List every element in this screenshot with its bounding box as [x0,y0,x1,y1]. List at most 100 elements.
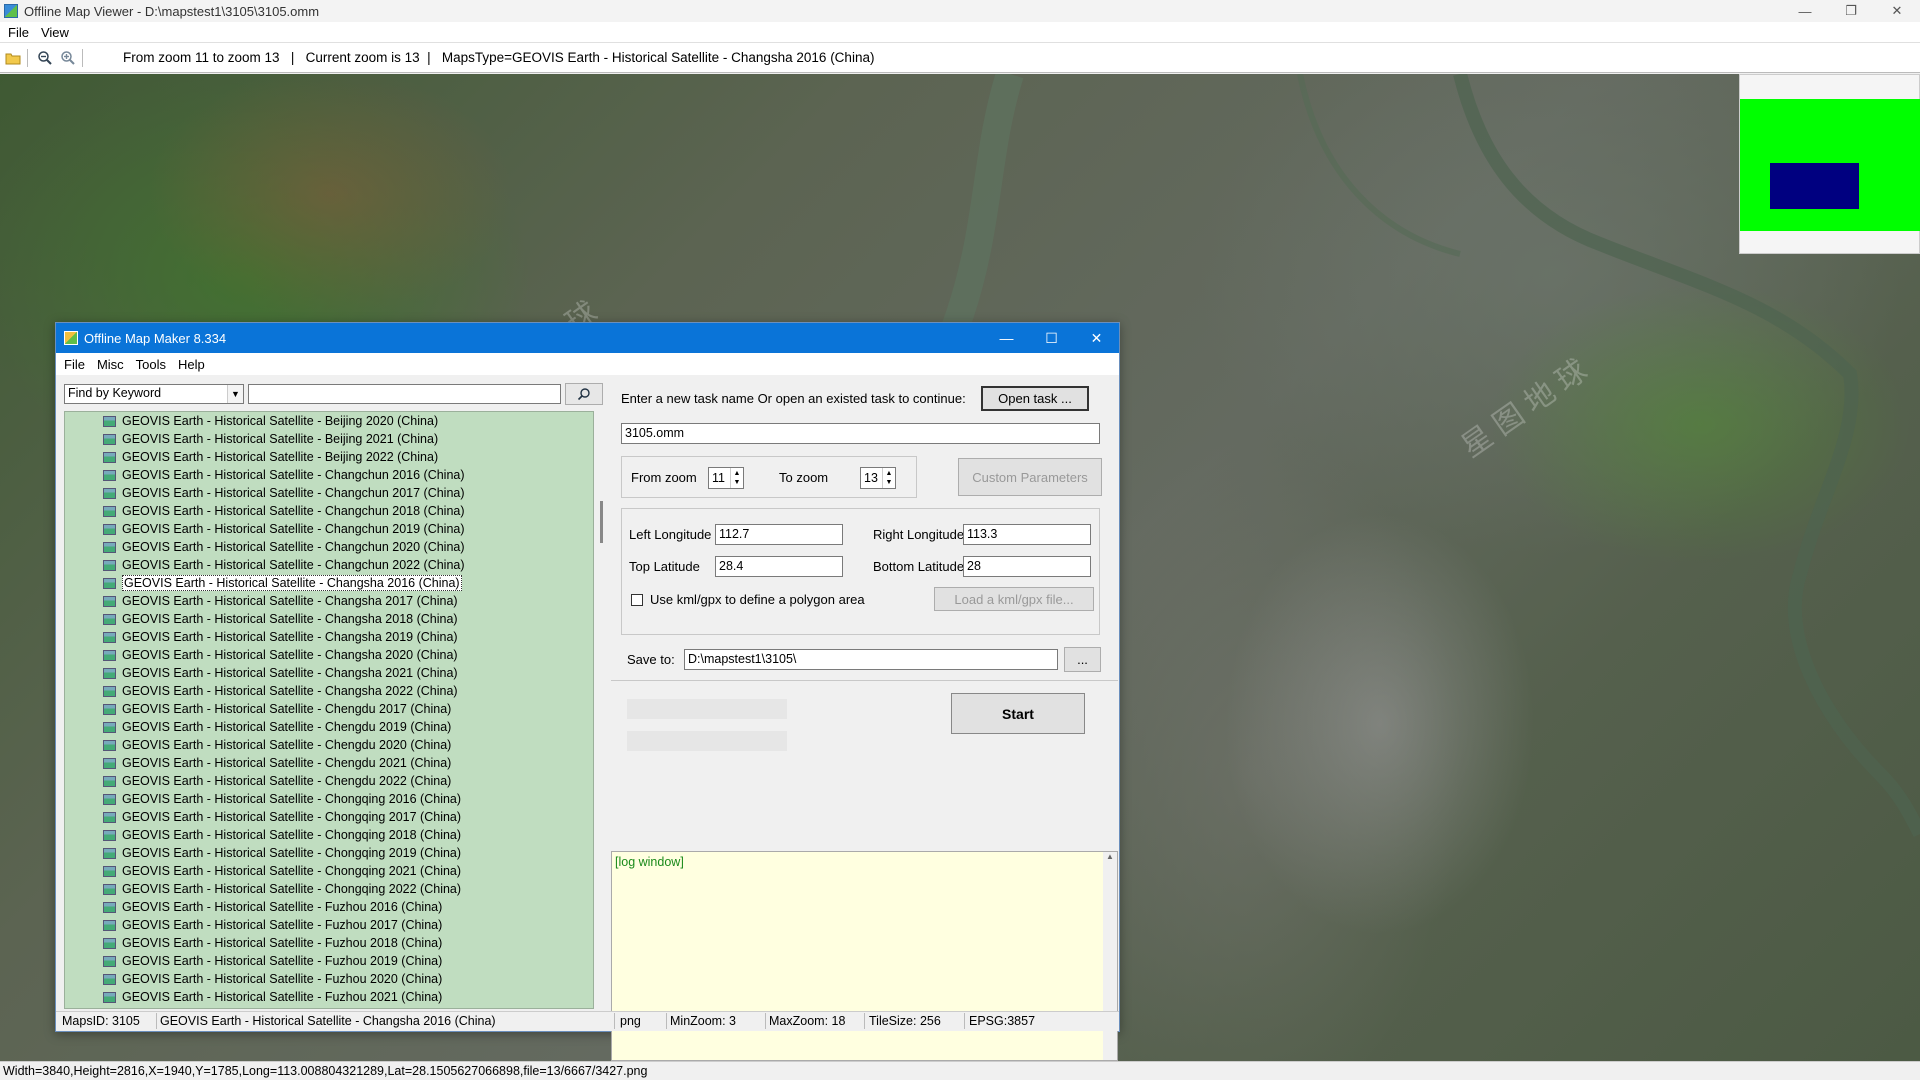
toolbar-separator [82,48,83,67]
list-item[interactable]: GEOVIS Earth - Historical Satellite - Ch… [65,826,593,844]
kml-checkbox[interactable] [631,594,643,606]
list-item[interactable]: GEOVIS Earth - Historical Satellite - Ch… [65,844,593,862]
list-item[interactable]: GEOVIS Earth - Historical Satellite - Ch… [65,862,593,880]
list-item[interactable]: GEOVIS Earth - Historical Satellite - Fu… [65,970,593,988]
from-zoom-label: From zoom [631,470,697,485]
list-item[interactable]: GEOVIS Earth - Historical Satellite - Ch… [65,484,593,502]
list-item[interactable]: GEOVIS Earth - Historical Satellite - Ch… [65,790,593,808]
dialog-menu-tools[interactable]: Tools [132,357,174,372]
top-latitude-input[interactable]: 28.4 [715,556,843,577]
menu-view[interactable]: View [37,25,77,40]
minimize-button[interactable]: — [1782,0,1828,22]
left-longitude-input[interactable]: 112.7 [715,524,843,545]
zoom-in-icon[interactable] [58,48,78,68]
task-name-input[interactable]: 3105.omm [621,423,1100,444]
status-tile-size: TileSize: 256 [869,1014,941,1028]
search-input[interactable] [248,384,561,404]
from-zoom-value: 11 [712,471,725,485]
list-item[interactable]: GEOVIS Earth - Historical Satellite - Ch… [65,646,593,664]
list-item[interactable]: GEOVIS Earth - Historical Satellite - Ch… [65,754,593,772]
list-item[interactable]: GEOVIS Earth - Historical Satellite - Fu… [65,934,593,952]
status-format: png [620,1014,641,1028]
chevron-down-icon[interactable]: ▼ [227,385,243,403]
list-item-label: GEOVIS Earth - Historical Satellite - Ch… [122,486,465,500]
dialog-maximize-button[interactable]: ☐ [1029,323,1074,353]
list-item[interactable]: GEOVIS Earth - Historical Satellite - Ch… [65,574,593,592]
list-item-label: GEOVIS Earth - Historical Satellite - Ch… [122,810,462,824]
bottom-latitude-input[interactable]: 28 [963,556,1091,577]
right-longitude-input[interactable]: 113.3 [963,524,1091,545]
map-type-icon [103,991,116,1003]
list-item[interactable]: GEOVIS Earth - Historical Satellite - Ch… [65,610,593,628]
list-item-label: GEOVIS Earth - Historical Satellite - Ch… [122,720,452,734]
start-button[interactable]: Start [951,693,1085,734]
map-type-icon [103,613,116,625]
list-scrollbar[interactable] [600,501,603,543]
list-item[interactable]: GEOVIS Earth - Historical Satellite - Ch… [65,772,593,790]
list-item[interactable]: GEOVIS Earth - Historical Satellite - Ch… [65,700,593,718]
map-type-icon [103,811,116,823]
map-type-icon [103,487,116,499]
open-task-button[interactable]: Open task ... [981,386,1089,411]
bottom-latitude-label: Bottom Latitude [873,559,965,574]
map-type-icon [103,919,116,931]
dialog-menu-file[interactable]: File [60,357,93,372]
list-item[interactable]: GEOVIS Earth - Historical Satellite - Ch… [65,592,593,610]
list-item[interactable]: GEOVIS Earth - Historical Satellite - Be… [65,430,593,448]
map-type-icon [103,649,116,661]
list-item[interactable]: GEOVIS Earth - Historical Satellite - Ch… [65,538,593,556]
map-type-icon [103,757,116,769]
list-item[interactable]: GEOVIS Earth - Historical Satellite - Ch… [65,682,593,700]
restore-button[interactable]: ❐ [1828,0,1874,22]
list-item[interactable]: GEOVIS Earth - Historical Satellite - Ch… [65,718,593,736]
list-item-label: GEOVIS Earth - Historical Satellite - Ch… [122,864,462,878]
map-type-icon [103,901,116,913]
zoom-info-text: From zoom 11 to zoom 13 | Current zoom i… [123,50,875,65]
overview-viewport[interactable] [1770,163,1859,209]
list-item[interactable]: GEOVIS Earth - Historical Satellite - Ch… [65,502,593,520]
list-item-label: GEOVIS Earth - Historical Satellite - Ch… [122,882,462,896]
list-item[interactable]: GEOVIS Earth - Historical Satellite - Be… [65,412,593,430]
spin-arrows-icon[interactable]: ▲ ▼ [882,468,895,488]
zoom-out-icon[interactable] [35,48,55,68]
browse-button[interactable]: ... [1064,647,1101,672]
spin-arrows-icon[interactable]: ▲ ▼ [730,468,743,488]
app-icon [4,4,18,18]
menu-file[interactable]: File [4,25,37,40]
outer-title-bar: Offline Map Viewer - D:\mapstest1\3105\3… [0,0,1920,22]
list-item[interactable]: GEOVIS Earth - Historical Satellite - Ch… [65,556,593,574]
save-to-input[interactable]: D:\mapstest1\3105\ [684,649,1058,670]
list-item[interactable]: GEOVIS Earth - Historical Satellite - Fu… [65,898,593,916]
find-mode-select[interactable]: Find by Keyword ▼ [64,384,244,404]
open-folder-icon[interactable] [3,48,23,68]
progress-bar-1 [627,699,787,719]
custom-parameters-button[interactable]: Custom Parameters [958,458,1102,496]
close-button[interactable]: ✕ [1874,0,1920,22]
list-item[interactable]: GEOVIS Earth - Historical Satellite - Ch… [65,880,593,898]
map-type-icon [103,595,116,607]
list-item[interactable]: GEOVIS Earth - Historical Satellite - Be… [65,448,593,466]
list-item[interactable]: GEOVIS Earth - Historical Satellite - Ch… [65,808,593,826]
list-item[interactable]: GEOVIS Earth - Historical Satellite - Ch… [65,664,593,682]
list-item[interactable]: GEOVIS Earth - Historical Satellite - Fu… [65,952,593,970]
from-zoom-stepper[interactable]: 11 ▲ ▼ [708,467,744,489]
dialog-minimize-button[interactable]: — [984,323,1029,353]
list-item[interactable]: GEOVIS Earth - Historical Satellite - Ch… [65,466,593,484]
list-item[interactable]: GEOVIS Earth - Historical Satellite - Ch… [65,736,593,754]
progress-bar-2 [627,731,787,751]
map-type-icon [103,955,116,967]
overview-map[interactable] [1739,74,1920,254]
list-item[interactable]: GEOVIS Earth - Historical Satellite - Ch… [65,520,593,538]
load-kml-button[interactable]: Load a kml/gpx file... [934,587,1094,611]
dialog-menu-misc[interactable]: Misc [93,357,132,372]
dialog-menu-help[interactable]: Help [174,357,213,372]
map-type-list[interactable]: GEOVIS Earth - Historical Satellite - Be… [64,411,594,1009]
status-min-zoom: MinZoom: 3 [670,1014,736,1028]
list-item[interactable]: GEOVIS Earth - Historical Satellite - Fu… [65,988,593,1006]
list-item[interactable]: GEOVIS Earth - Historical Satellite - Fu… [65,916,593,934]
dialog-title-bar[interactable]: Offline Map Maker 8.334 — ☐ ✕ [56,323,1119,353]
to-zoom-stepper[interactable]: 13 ▲ ▼ [860,467,896,489]
list-item[interactable]: GEOVIS Earth - Historical Satellite - Ch… [65,628,593,646]
dialog-close-button[interactable]: ✕ [1074,323,1119,353]
search-button[interactable] [565,383,603,405]
